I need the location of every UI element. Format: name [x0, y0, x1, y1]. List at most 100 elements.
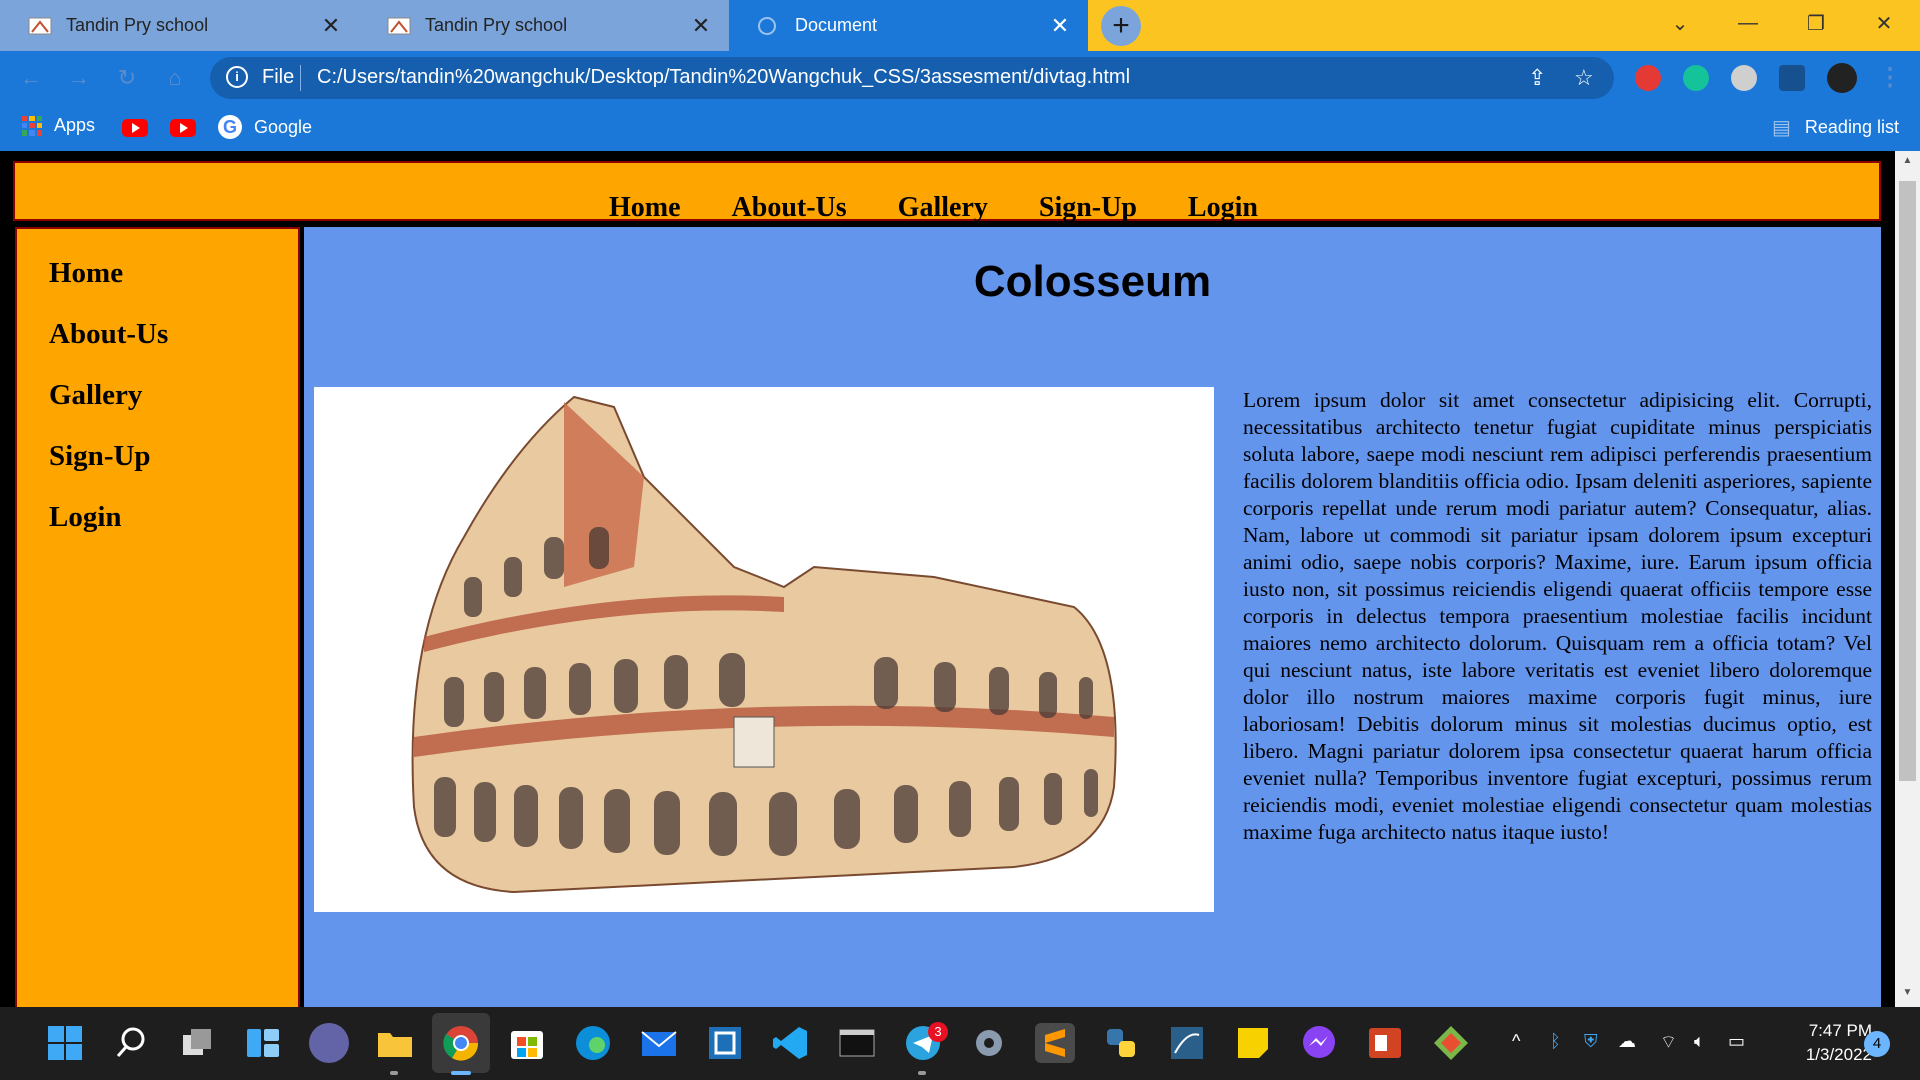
scrollbar-thumb[interactable] [1899, 181, 1916, 781]
onedrive-cloud-icon[interactable]: ☁ [1618, 1031, 1636, 1052]
security-shield-icon[interactable]: ⛨ [1584, 1031, 1598, 1052]
sublime-text-icon[interactable] [1035, 1023, 1075, 1063]
side-nav-about-link[interactable]: About-Us [49, 318, 168, 351]
battery-icon[interactable]: ▭ [1728, 1031, 1745, 1052]
sticky-notes-icon[interactable] [1233, 1023, 1273, 1063]
reading-list-icon: ▤ [1772, 117, 1791, 139]
show-hidden-icons-chevron-icon[interactable]: ^ [1512, 1031, 1520, 1052]
google-bookmark[interactable]: G Google [218, 115, 312, 139]
close-window-button[interactable]: ✕ [1854, 0, 1914, 46]
chrome-icon[interactable] [441, 1023, 481, 1063]
side-nav-login-link[interactable]: Login [49, 501, 122, 534]
tab-1[interactable]: Tandin Pry school ✕ [0, 0, 359, 51]
globe-icon [757, 16, 781, 36]
side-nav-gallery-link[interactable]: Gallery [49, 379, 142, 412]
tab-title: Document [795, 15, 878, 35]
settings-gear-icon[interactable] [969, 1023, 1009, 1063]
task-view-icon[interactable] [177, 1023, 217, 1063]
more-menu-icon[interactable]: ⋮ [1878, 63, 1902, 92]
share-icon[interactable]: ⇪ [1528, 65, 1546, 91]
side-nav-home-link[interactable]: Home [49, 257, 123, 290]
top-nav-gallery-link[interactable]: Gallery [898, 192, 988, 224]
vertical-scrollbar[interactable]: ▲ ▼ [1895, 151, 1920, 1007]
edge-icon[interactable] [573, 1023, 613, 1063]
tab-2[interactable]: Tandin Pry school ✕ [359, 0, 729, 51]
notification-count-badge[interactable]: 4 [1864, 1031, 1890, 1057]
vscode-icon[interactable] [771, 1023, 811, 1063]
scroll-down-icon[interactable]: ▼ [1895, 987, 1920, 1005]
back-icon[interactable]: ← [14, 61, 48, 95]
top-navigation: Home About-Us Gallery Sign-Up Login [13, 161, 1881, 224]
reading-list-label: Reading list [1804, 117, 1899, 137]
search-icon[interactable] [111, 1023, 151, 1063]
git-icon[interactable] [1431, 1023, 1471, 1063]
grammarly-extension-icon[interactable] [1683, 65, 1709, 91]
file-explorer-icon[interactable] [375, 1023, 415, 1063]
google-icon: G [218, 115, 242, 139]
tab-title: Tandin Pry school [66, 15, 209, 35]
system-clock[interactable]: 7:47 PM 1/3/2022 [1772, 1019, 1872, 1067]
mail-icon[interactable] [639, 1023, 679, 1063]
running-indicator [451, 1071, 471, 1075]
close-tab-icon[interactable]: ✕ [687, 12, 715, 40]
windows-start-icon[interactable] [45, 1023, 85, 1063]
url-text[interactable]: C:/Users/tandin%20wangchuk/Desktop/Tandi… [317, 66, 1130, 89]
bluetooth-icon[interactable]: ᛒ [1550, 1031, 1561, 1052]
minimize-button[interactable]: — [1718, 0, 1778, 46]
volume-icon[interactable]: 🔈︎ [1694, 1031, 1705, 1052]
tab-3[interactable]: Document ✕ [729, 0, 1088, 51]
reload-icon[interactable]: ↻ [110, 61, 144, 95]
extension-icon[interactable] [1731, 65, 1757, 91]
colosseum-image [314, 387, 1214, 912]
restore-button[interactable]: ❐ [1786, 0, 1846, 46]
body-paragraph: Lorem ipsum dolor sit amet consectetur a… [1243, 388, 1872, 844]
top-nav-login-link[interactable]: Login [1188, 192, 1258, 224]
site-info-icon[interactable]: i [226, 66, 248, 88]
site-favicon-icon [387, 16, 411, 36]
terminal-icon[interactable] [837, 1023, 877, 1063]
forward-icon[interactable]: → [62, 61, 96, 95]
app-icon[interactable] [705, 1023, 745, 1063]
running-indicator [918, 1071, 926, 1075]
youtube-icon [122, 119, 148, 137]
tab-title: Tandin Pry school [425, 15, 568, 35]
teams-chat-icon[interactable] [309, 1023, 349, 1063]
url-scheme: File [262, 66, 295, 88]
side-nav-signup-link[interactable]: Sign-Up [49, 440, 151, 473]
home-icon[interactable]: ⌂ [158, 61, 192, 95]
tab-search-icon[interactable]: ⌄ [1650, 0, 1710, 46]
new-tab-button[interactable]: + [1101, 6, 1141, 46]
reading-list-button[interactable]: ▤ Reading list [1772, 115, 1899, 140]
youtube-icon [170, 119, 196, 137]
top-nav-signup-link[interactable]: Sign-Up [1039, 192, 1137, 224]
widgets-icon[interactable] [243, 1023, 283, 1063]
close-tab-icon[interactable]: ✕ [317, 12, 345, 40]
page-viewport: Home About-Us Gallery Sign-Up Login Home… [0, 151, 1895, 1007]
wifi-icon[interactable]: ⌔ [1660, 1031, 1677, 1054]
scroll-up-icon[interactable]: ▲ [1895, 155, 1920, 173]
bookmarks-bar: Apps G Google ▤ Reading list [0, 105, 1920, 151]
adblock-extension-icon[interactable] [1635, 65, 1661, 91]
top-nav-about-link[interactable]: About-Us [732, 192, 847, 224]
bookmark-star-icon[interactable]: ☆ [1574, 65, 1594, 91]
youtube-bookmark-1[interactable] [122, 119, 148, 137]
page-heading: Colosseum [973, 257, 1212, 306]
python-icon[interactable] [1101, 1023, 1141, 1063]
apps-label: Apps [54, 115, 96, 135]
address-bar[interactable]: i File C:/Users/tandin%20wangchuk/Deskto… [210, 57, 1614, 99]
powerpoint-icon[interactable] [1365, 1023, 1405, 1063]
apps-grid-icon [22, 115, 42, 136]
side-navigation: Home About-Us Gallery Sign-Up Login [15, 227, 300, 1007]
profile-avatar[interactable] [1827, 63, 1857, 93]
close-tab-icon[interactable]: ✕ [1046, 12, 1074, 40]
apps-bookmark[interactable]: Apps [22, 115, 95, 136]
top-nav-home-link[interactable]: Home [609, 192, 681, 224]
top-nav-items: Home About-Us Gallery Sign-Up Login [609, 192, 1309, 224]
divider [300, 65, 301, 91]
mysql-workbench-icon[interactable] [1167, 1023, 1207, 1063]
puzzle-extensions-icon[interactable] [1779, 65, 1805, 91]
browser-toolbar: ← → ↻ ⌂ i File C:/Users/tandin%20wangchu… [0, 51, 1920, 105]
youtube-bookmark-2[interactable] [170, 119, 196, 137]
messenger-icon[interactable] [1299, 1023, 1339, 1063]
microsoft-store-icon[interactable] [507, 1023, 547, 1063]
